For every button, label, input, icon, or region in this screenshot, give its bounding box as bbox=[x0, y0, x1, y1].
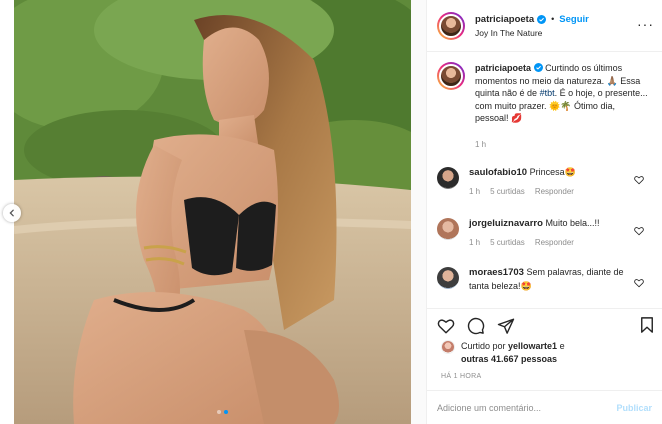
post-details-panel: patriciapoeta • Seguir Joy In The Nature… bbox=[426, 0, 662, 424]
caption-avatar[interactable] bbox=[437, 62, 465, 90]
caption-time: 1 h bbox=[475, 139, 487, 149]
share-button[interactable] bbox=[497, 317, 515, 335]
post-location[interactable]: Joy In The Nature bbox=[475, 28, 589, 38]
likes-others[interactable]: outras 41.667 pessoas bbox=[461, 354, 557, 364]
post-caption: patriciapoeta Curtindo os últimos moment… bbox=[437, 62, 656, 151]
comment-input[interactable] bbox=[437, 402, 617, 413]
author-username[interactable]: patriciapoeta bbox=[475, 14, 534, 25]
comment-item: saulofabio10 Princesa🤩 1 h 5 curtidas Re… bbox=[437, 166, 656, 217]
comment-username[interactable]: jorgeluiznavarro bbox=[469, 218, 543, 229]
post-photo[interactable] bbox=[14, 0, 411, 424]
likes-prefix: Curtido por bbox=[461, 341, 509, 351]
like-button[interactable] bbox=[437, 317, 455, 335]
comment-avatar[interactable] bbox=[437, 267, 459, 289]
comment-text: Princesa🤩 bbox=[529, 167, 576, 177]
post-actions-bar bbox=[437, 316, 654, 336]
comment-bubble-icon bbox=[467, 317, 485, 335]
more-options-icon[interactable]: ··· bbox=[637, 17, 654, 31]
comment-time: 1 h bbox=[469, 237, 481, 247]
comment-item: moraes1703 Sem palavras, diante de tanta… bbox=[437, 266, 656, 306]
author-avatar[interactable] bbox=[437, 11, 465, 40]
comment-like-heart-icon[interactable] bbox=[634, 175, 644, 185]
comment-button[interactable] bbox=[467, 317, 485, 335]
liker-avatar[interactable] bbox=[441, 340, 455, 354]
carousel-dot-active bbox=[224, 410, 228, 414]
verified-badge-icon bbox=[533, 63, 543, 72]
save-button[interactable] bbox=[638, 316, 656, 334]
comment-username[interactable]: moraes1703 bbox=[469, 267, 524, 278]
paper-plane-icon bbox=[497, 318, 515, 334]
comment-like-heart-icon[interactable] bbox=[634, 226, 644, 236]
chevron-left-icon bbox=[9, 209, 14, 217]
post-image bbox=[14, 0, 411, 424]
caption-hashtag[interactable]: #tbt bbox=[540, 88, 555, 98]
likes-middle: e bbox=[557, 341, 565, 351]
post-header: patriciapoeta • Seguir Joy In The Nature bbox=[427, 0, 662, 52]
add-comment-bar: Publicar bbox=[427, 390, 662, 424]
header-separator: • bbox=[551, 14, 555, 24]
publish-button[interactable]: Publicar bbox=[616, 403, 652, 413]
comment-reply-button[interactable]: Responder bbox=[535, 237, 574, 250]
comment-avatar[interactable] bbox=[437, 218, 459, 240]
comment-time: 1 h bbox=[469, 186, 481, 196]
verified-badge-icon bbox=[537, 14, 547, 24]
bookmark-icon bbox=[641, 317, 653, 333]
comment-item: jorgeluiznavarro Muito bela...!! 1 h 5 c… bbox=[437, 217, 656, 266]
comment-reply-button[interactable]: Responder bbox=[535, 186, 574, 199]
caption-username[interactable]: patriciapoeta bbox=[475, 63, 531, 73]
follow-button[interactable]: Seguir bbox=[559, 14, 589, 25]
likes-user[interactable]: yellowarte1 bbox=[508, 341, 557, 351]
comment-likes[interactable]: 5 curtidas bbox=[490, 186, 525, 199]
comment-avatar[interactable] bbox=[437, 167, 459, 189]
comments-list: saulofabio10 Princesa🤩 1 h 5 curtidas Re… bbox=[437, 166, 656, 306]
post-timestamp[interactable]: HÁ 1 HORA bbox=[441, 373, 481, 380]
carousel-dot bbox=[217, 410, 221, 414]
comment-likes[interactable]: 5 curtidas bbox=[490, 237, 525, 250]
heart-icon bbox=[437, 319, 455, 334]
comment-like-heart-icon[interactable] bbox=[634, 278, 644, 288]
carousel-prev-button[interactable] bbox=[3, 204, 21, 222]
carousel-indicator bbox=[217, 410, 228, 414]
likes-summary: Curtido por yellowarte1 e outras 41.667 … bbox=[441, 340, 565, 365]
actions-divider bbox=[427, 308, 662, 309]
comment-username[interactable]: saulofabio10 bbox=[469, 167, 527, 178]
comment-text: Muito bela...!! bbox=[545, 218, 600, 228]
